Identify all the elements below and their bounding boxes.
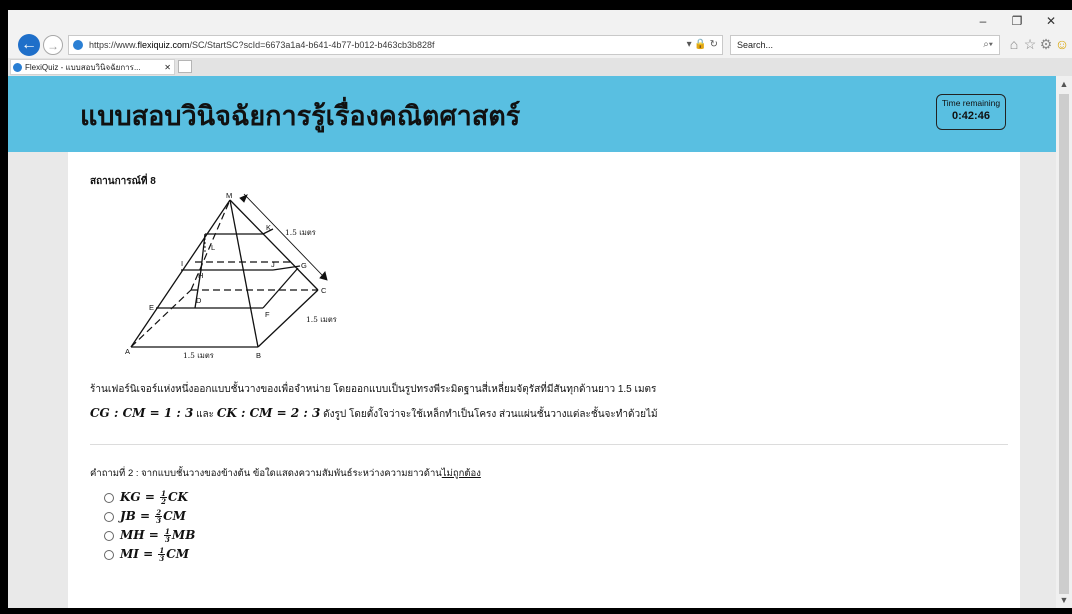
window-controls: – ❐ ✕ <box>966 14 1068 28</box>
radio-button[interactable] <box>104 531 114 541</box>
svg-text:L: L <box>211 243 215 252</box>
radio-button[interactable] <box>104 493 114 503</box>
forward-button[interactable]: → <box>43 35 63 55</box>
address-bar-row: ← → https://www.flexiquiz.com/SC/StartSC… <box>8 10 1072 58</box>
svg-text:1.5 เมตร: 1.5 เมตร <box>183 351 214 360</box>
svg-text:E: E <box>149 303 154 312</box>
new-tab-button[interactable] <box>178 60 192 73</box>
page-title: แบบสอบวินิจฉัยการรู้เรื่องคณิตศาสตร์ <box>80 101 521 131</box>
svg-text:K: K <box>266 223 271 232</box>
scenario-description: ร้านเฟอร์นิเจอร์แห่งหนึ่งออกแบบชั้นวางขอ… <box>90 384 657 395</box>
back-button[interactable]: ← <box>18 34 40 56</box>
svg-text:I: I <box>181 259 183 268</box>
url-field[interactable]: https://www.flexiquiz.com/SC/StartSC?scI… <box>68 35 723 55</box>
scenario-heading: สถานการณ์ที่ 8 <box>90 176 156 187</box>
svg-text:1.5 เมตร: 1.5 เมตร <box>285 228 316 237</box>
url-text: https://www.flexiquiz.com/SC/StartSC?scI… <box>89 40 435 50</box>
scroll-up-arrow-icon[interactable]: ▲ <box>1056 76 1072 92</box>
restore-button[interactable]: ❐ <box>1000 14 1034 28</box>
svg-text:A: A <box>125 347 130 356</box>
smiley-feedback-icon[interactable]: ☺ <box>1054 36 1070 52</box>
tab-bar: FlexiQuiz - แบบสอบวินิจฉัยการ... ✕ <box>8 58 1072 76</box>
pyramid-figure: M K L I J H G E D F C A B 1.5 เมตร 1.5 เ… <box>125 192 337 360</box>
search-input[interactable]: Search... ⌕▾ <box>730 35 1000 55</box>
svg-text:G: G <box>301 261 307 270</box>
vertical-scrollbar[interactable]: ▲ ▼ <box>1056 76 1072 608</box>
svg-text:M: M <box>226 192 232 200</box>
svg-text:F: F <box>265 310 270 319</box>
svg-text:D: D <box>196 296 202 305</box>
secure-site-icon <box>73 40 83 50</box>
search-icon[interactable]: ⌕▾ <box>983 36 993 54</box>
url-tools-icons[interactable]: ▾ 🔒 ↻ <box>687 36 718 54</box>
svg-text:J: J <box>271 260 275 269</box>
scroll-down-arrow-icon[interactable]: ▼ <box>1056 592 1072 608</box>
tab-close-icon[interactable]: ✕ <box>164 60 171 74</box>
timer-label: Time remaining <box>941 98 1001 108</box>
scrollbar-thumb[interactable] <box>1059 94 1069 594</box>
page-viewport: แบบสอบวินิจฉัยการรู้เรื่องคณิตศาสตร์ Tim… <box>8 76 1056 608</box>
minimize-button[interactable]: – <box>966 14 1000 28</box>
close-window-button[interactable]: ✕ <box>1034 14 1068 28</box>
browser-tab[interactable]: FlexiQuiz - แบบสอบวินิจฉัยการ... ✕ <box>10 59 175 75</box>
svg-text:1.5 เมตร: 1.5 เมตร <box>306 315 337 324</box>
settings-gear-icon[interactable]: ⚙ <box>1038 36 1054 52</box>
svg-text:H: H <box>198 271 203 280</box>
time-remaining-box: Time remaining 0:42:46 <box>936 94 1006 130</box>
question-text: คำถามที่ 2 : จากแบบชั้นวางของข้างต้น ข้อ… <box>90 468 481 479</box>
home-icon[interactable]: ⌂ <box>1006 36 1022 52</box>
radio-button[interactable] <box>104 550 114 560</box>
tab-favicon <box>13 63 22 72</box>
radio-button[interactable] <box>104 512 114 522</box>
ratio-statement: CG : CM = 1 : 3 และ CK : CM = 2 : 3 ดังร… <box>90 406 658 420</box>
quiz-header: แบบสอบวินิจฉัยการรู้เรื่องคณิตศาสตร์ Tim… <box>8 76 1056 152</box>
svg-text:C: C <box>321 286 327 295</box>
svg-text:B: B <box>256 351 261 360</box>
timer-value: 0:42:46 <box>952 110 990 122</box>
quiz-content: สถานการณ์ที่ 8 M K L I J H G E D F C A B… <box>68 152 1020 608</box>
section-divider <box>90 444 1008 445</box>
favorites-star-icon[interactable]: ☆ <box>1022 36 1038 52</box>
tab-title: FlexiQuiz - แบบสอบวินิจฉัยการ... <box>25 63 141 72</box>
browser-window: ← → https://www.flexiquiz.com/SC/StartSC… <box>8 10 1072 608</box>
